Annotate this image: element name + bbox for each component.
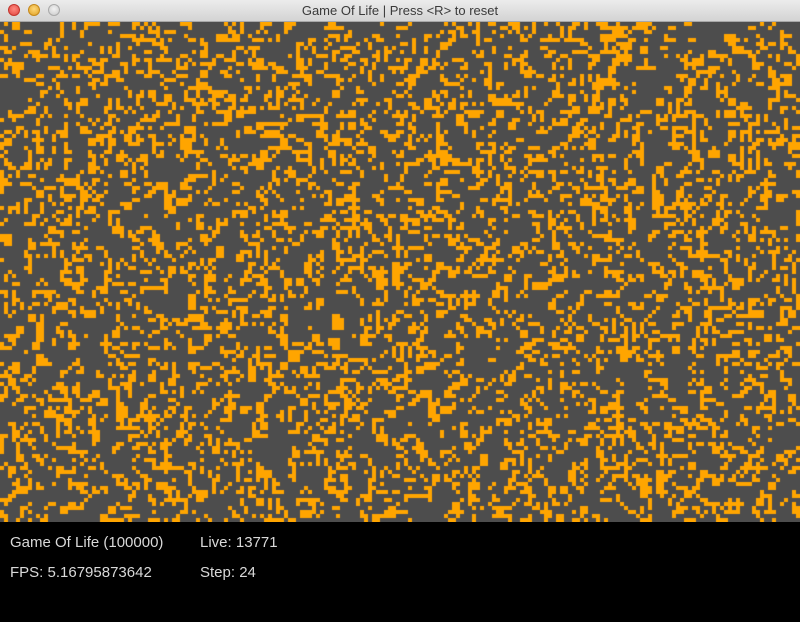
status-panel: Game Of Life (100000) Live: 13771 FPS: 5… [0,522,800,622]
live-count-label: Live: 13771 [200,534,278,551]
step-label: Step: 24 [200,564,256,581]
fps-label: FPS: 5.16795873642 [10,564,152,581]
window-title: Game Of Life | Press <R> to reset [301,3,499,18]
window-titlebar[interactable]: Game Of Life | Press <R> to reset [0,0,800,22]
life-grid[interactable] [0,22,800,522]
game-name-label: Game Of Life (100000) [10,534,164,551]
